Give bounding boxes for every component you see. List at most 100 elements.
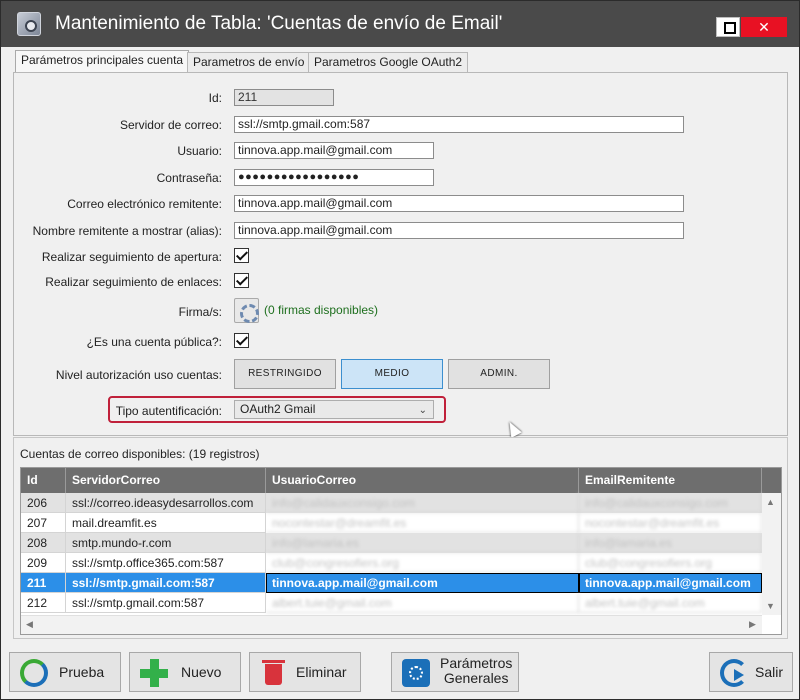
cell-usuario: albert.tuie@gmail.com bbox=[266, 593, 579, 613]
cell-servidor: mail.dreamfit.es bbox=[66, 513, 266, 533]
grid-title-text: Cuentas de correo disponibles: bbox=[20, 447, 186, 461]
table-row[interactable]: 208 smtp.mundo-r.com info@lamaria.es inf… bbox=[21, 533, 762, 553]
nivel-restringido-button[interactable]: RESTRINGIDO bbox=[234, 359, 336, 389]
tipo-auth-value: OAuth2 Gmail bbox=[240, 402, 316, 416]
column-header-remitente[interactable]: EmailRemitente bbox=[579, 468, 762, 493]
usuario-input[interactable]: tinnova.app.mail@gmail.com bbox=[234, 142, 434, 159]
scroll-left-icon[interactable]: ◀ bbox=[26, 619, 33, 630]
prueba-label: Prueba bbox=[59, 664, 105, 680]
table-row[interactable]: 212 ssl://smtp.gmail.com:587 albert.tuie… bbox=[21, 593, 762, 613]
trash-icon bbox=[260, 659, 288, 687]
parametros-label-line1: Parámetros bbox=[440, 655, 513, 671]
cell-usuario: info@calidauxconsigo.com bbox=[266, 493, 579, 513]
cell-id: 207 bbox=[21, 513, 66, 533]
id-label: Id: bbox=[208, 91, 222, 105]
tab-parametros-envio[interactable]: Parametros de envío bbox=[187, 52, 311, 72]
refresh-icon bbox=[20, 659, 48, 687]
tipo-auth-label: Tipo autentificación: bbox=[115, 404, 222, 418]
nivel-label: Nivel autorización uso cuentas: bbox=[55, 368, 222, 382]
nivel-medio-button[interactable]: MEDIO bbox=[341, 359, 443, 389]
alias-input[interactable]: tinnova.app.mail@gmail.com bbox=[234, 222, 684, 239]
remitente-label: Correo electrónico remitente: bbox=[67, 197, 222, 211]
seguimiento-apertura-label: Realizar seguimiento de apertura: bbox=[41, 250, 222, 264]
cell-usuario: nocontestar@dreamfit.es bbox=[266, 513, 579, 533]
table-row-selected[interactable]: 211 ssl://smtp.gmail.com:587 tinnova.app… bbox=[21, 573, 781, 593]
cell-servidor: ssl://smtp.gmail.com:587 bbox=[66, 573, 266, 593]
contrasena-input[interactable]: ●●●●●●●●●●●●●●●●● bbox=[234, 169, 434, 186]
salir-button[interactable]: Salir bbox=[709, 652, 793, 692]
cell-id: 211 bbox=[21, 573, 66, 593]
grid-title: Cuentas de correo disponibles: (19 regis… bbox=[20, 447, 259, 461]
servidor-input[interactable]: ssl://smtp.gmail.com:587 bbox=[234, 116, 684, 133]
column-header-id[interactable]: Id bbox=[21, 468, 66, 493]
seguimiento-enlaces-label: Realizar seguimiento de enlaces: bbox=[45, 275, 222, 289]
parametros-label-line2: Generales bbox=[443, 670, 509, 686]
vertical-scrollbar[interactable]: ▲ ▼ bbox=[762, 493, 781, 615]
dialog-window: Mantenimiento de Tabla: 'Cuentas de enví… bbox=[0, 0, 800, 700]
cell-id: 212 bbox=[21, 593, 66, 613]
nuevo-button[interactable]: Nuevo bbox=[129, 652, 241, 692]
chevron-down-icon: ⌄ bbox=[418, 405, 427, 416]
cell-usuario: tinnova.app.mail@gmail.com bbox=[266, 573, 579, 593]
maximize-button[interactable] bbox=[716, 17, 740, 37]
seguimiento-apertura-checkbox[interactable] bbox=[234, 248, 249, 263]
scroll-down-icon[interactable]: ▼ bbox=[766, 601, 775, 611]
table-row[interactable]: 206 ssl://correo.ideasydesarrollos.com i… bbox=[21, 493, 762, 513]
exit-icon bbox=[720, 659, 748, 687]
cell-remitente: info@calidauxconsigo.com bbox=[579, 493, 762, 513]
grid-count: (19 registros) bbox=[188, 447, 260, 461]
prueba-button[interactable]: Prueba bbox=[9, 652, 121, 692]
usuario-label: Usuario: bbox=[177, 144, 222, 158]
firmas-info: (0 firmas disponibles) bbox=[264, 303, 379, 317]
tab-parametros-oauth2[interactable]: Parametros Google OAuth2 bbox=[308, 52, 469, 72]
plus-icon bbox=[140, 659, 168, 687]
cuenta-publica-label: ¿Es una cuenta pública?: bbox=[86, 335, 222, 349]
cell-servidor: ssl://smtp.gmail.com:587 bbox=[66, 593, 266, 613]
cell-usuario: info@lamaria.es bbox=[266, 533, 579, 553]
cell-remitente: albert.tuie@gmail.com bbox=[579, 593, 762, 613]
close-button[interactable]: ✕ bbox=[741, 17, 787, 37]
contrasena-label: Contraseña: bbox=[156, 171, 222, 185]
cell-usuario: club@congresofiers.org bbox=[266, 553, 579, 573]
tab-parametros-principales[interactable]: Parámetros principales cuenta bbox=[15, 50, 190, 73]
salir-label: Salir bbox=[755, 664, 784, 680]
cell-remitente: tinnova.app.mail@gmail.com bbox=[579, 573, 762, 593]
cell-servidor: smtp.mundo-r.com bbox=[66, 533, 266, 553]
gear-icon bbox=[402, 659, 430, 687]
scroll-up-icon[interactable]: ▲ bbox=[766, 497, 775, 507]
remitente-input[interactable]: tinnova.app.mail@gmail.com bbox=[234, 195, 684, 212]
window-title: Mantenimiento de Tabla: 'Cuentas de enví… bbox=[55, 13, 503, 34]
table-row[interactable]: 209 ssl://smtp.office365.com:587 club@co… bbox=[21, 553, 762, 573]
table-row[interactable]: 207 mail.dreamfit.es nocontestar@dreamfi… bbox=[21, 513, 762, 533]
cell-id: 209 bbox=[21, 553, 66, 573]
cell-id: 208 bbox=[21, 533, 66, 553]
title-bar[interactable]: Mantenimiento de Tabla: 'Cuentas de enví… bbox=[1, 1, 799, 47]
nuevo-label: Nuevo bbox=[181, 664, 222, 680]
horizontal-scrollbar[interactable]: ◀ ▶ bbox=[21, 615, 762, 634]
parametros-label: Parámetros Generales bbox=[440, 656, 512, 686]
cell-servidor: ssl://correo.ideasydesarrollos.com bbox=[66, 493, 266, 513]
seguimiento-enlaces-checkbox[interactable] bbox=[234, 273, 249, 288]
cell-servidor: ssl://smtp.office365.com:587 bbox=[66, 553, 266, 573]
column-header-usuario[interactable]: UsuarioCorreo bbox=[266, 468, 579, 493]
column-header-servidor[interactable]: ServidorCorreo bbox=[66, 468, 266, 493]
eliminar-button[interactable]: Eliminar bbox=[249, 652, 361, 692]
id-field: 211 bbox=[234, 89, 334, 106]
firmas-button[interactable] bbox=[234, 298, 259, 323]
eliminar-label: Eliminar bbox=[296, 664, 347, 680]
column-header-filler bbox=[762, 468, 781, 493]
cell-remitente: info@lamaria.es bbox=[579, 533, 762, 553]
firmas-label: Firma/s: bbox=[178, 305, 222, 319]
cell-remitente: nocontestar@dreamfit.es bbox=[579, 513, 762, 533]
servidor-label: Servidor de correo: bbox=[119, 118, 222, 132]
alias-label: Nombre remitente a mostrar (alias): bbox=[32, 224, 222, 238]
cell-id: 206 bbox=[21, 493, 66, 513]
nivel-admin-button[interactable]: ADMIN. bbox=[448, 359, 550, 389]
tipo-auth-select[interactable]: OAuth2 Gmail ⌄ bbox=[234, 400, 434, 419]
cuenta-publica-checkbox[interactable] bbox=[234, 333, 249, 348]
scroll-right-icon[interactable]: ▶ bbox=[749, 619, 756, 630]
cell-remitente: club@congresofiers.org bbox=[579, 553, 762, 573]
app-settings-icon bbox=[17, 12, 41, 36]
accounts-grid[interactable]: Id ServidorCorreo UsuarioCorreo EmailRem… bbox=[20, 467, 782, 635]
parametros-generales-button[interactable]: Parámetros Generales bbox=[391, 652, 519, 692]
